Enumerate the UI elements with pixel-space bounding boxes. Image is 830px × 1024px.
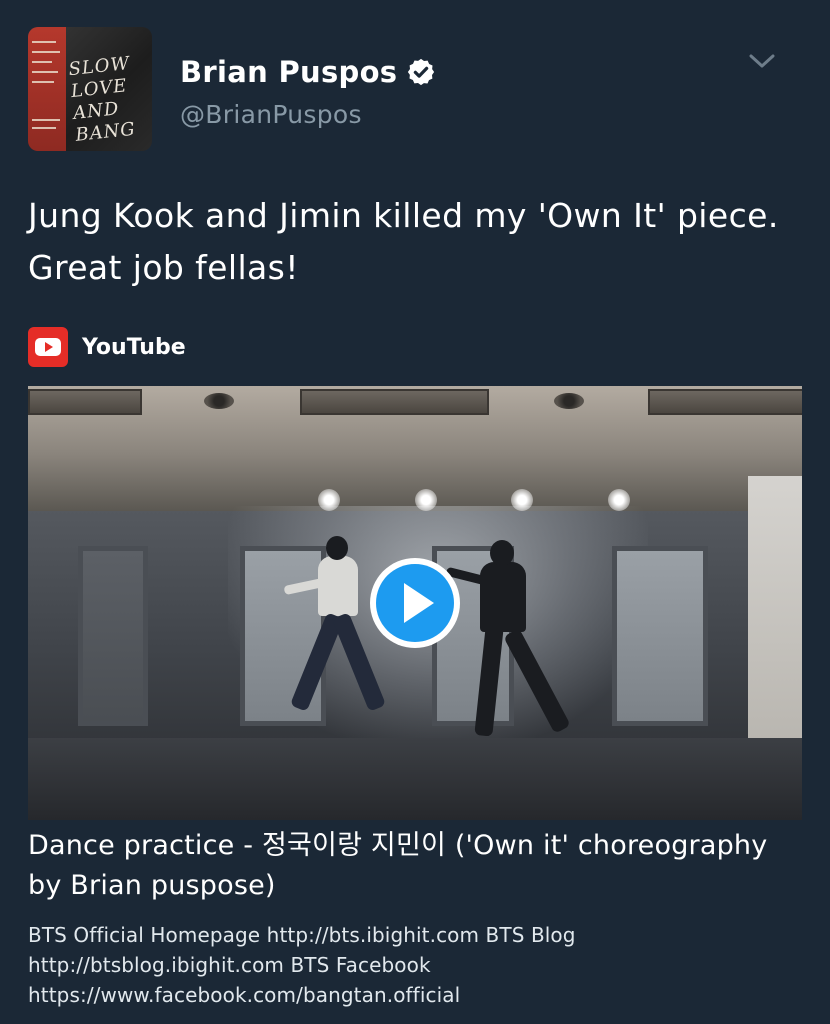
play-triangle — [404, 583, 434, 623]
card-source[interactable]: YouTube — [28, 325, 186, 369]
source-name: YouTube — [82, 334, 186, 360]
door — [240, 546, 326, 726]
avatar[interactable]: SLOW LOVE AND BANG — [28, 27, 152, 151]
video-thumbnail[interactable] — [28, 386, 802, 820]
dancer-right-head — [490, 540, 514, 566]
dancer-left-head — [326, 536, 348, 560]
floor — [28, 738, 802, 820]
side-wall — [748, 476, 802, 741]
dancer-right-torso — [480, 562, 526, 632]
tweet-text: Jung Kook and Jimin killed my 'Own It' p… — [28, 196, 779, 287]
tweet-card: SLOW LOVE AND BANG Brian Puspos @BrianPuspo… — [0, 0, 830, 1024]
ceiling-light — [318, 489, 340, 511]
ceiling-light — [511, 489, 533, 511]
author-name[interactable]: Brian Puspos — [180, 55, 397, 89]
video-title[interactable]: Dance practice - 정국이랑 지민이 ('Own it' chor… — [28, 826, 808, 906]
ceiling-light — [415, 489, 437, 511]
author-handle[interactable]: @BrianPuspos — [180, 100, 362, 129]
door — [612, 546, 708, 726]
play-button[interactable] — [370, 558, 460, 648]
avatar-art-text: SLOW LOVE AND BANG — [68, 51, 152, 147]
ceiling-vent — [28, 389, 142, 415]
door — [78, 546, 148, 726]
verified-badge-icon — [408, 58, 435, 86]
ceiling-vent — [648, 389, 802, 415]
video-description: BTS Official Homepage http://bts.ibighit… — [28, 923, 576, 1007]
dancer-left-torso — [318, 556, 358, 616]
ceiling-lamp — [204, 393, 234, 409]
youtube-logo-icon — [28, 327, 68, 367]
ceiling-vent — [300, 389, 489, 415]
ceiling-lamp — [554, 393, 584, 409]
chevron-down-icon[interactable] — [748, 50, 776, 72]
avatar-art-stripe — [28, 27, 66, 151]
ceiling-light — [608, 489, 630, 511]
author-name-row: Brian Puspos — [180, 54, 436, 90]
